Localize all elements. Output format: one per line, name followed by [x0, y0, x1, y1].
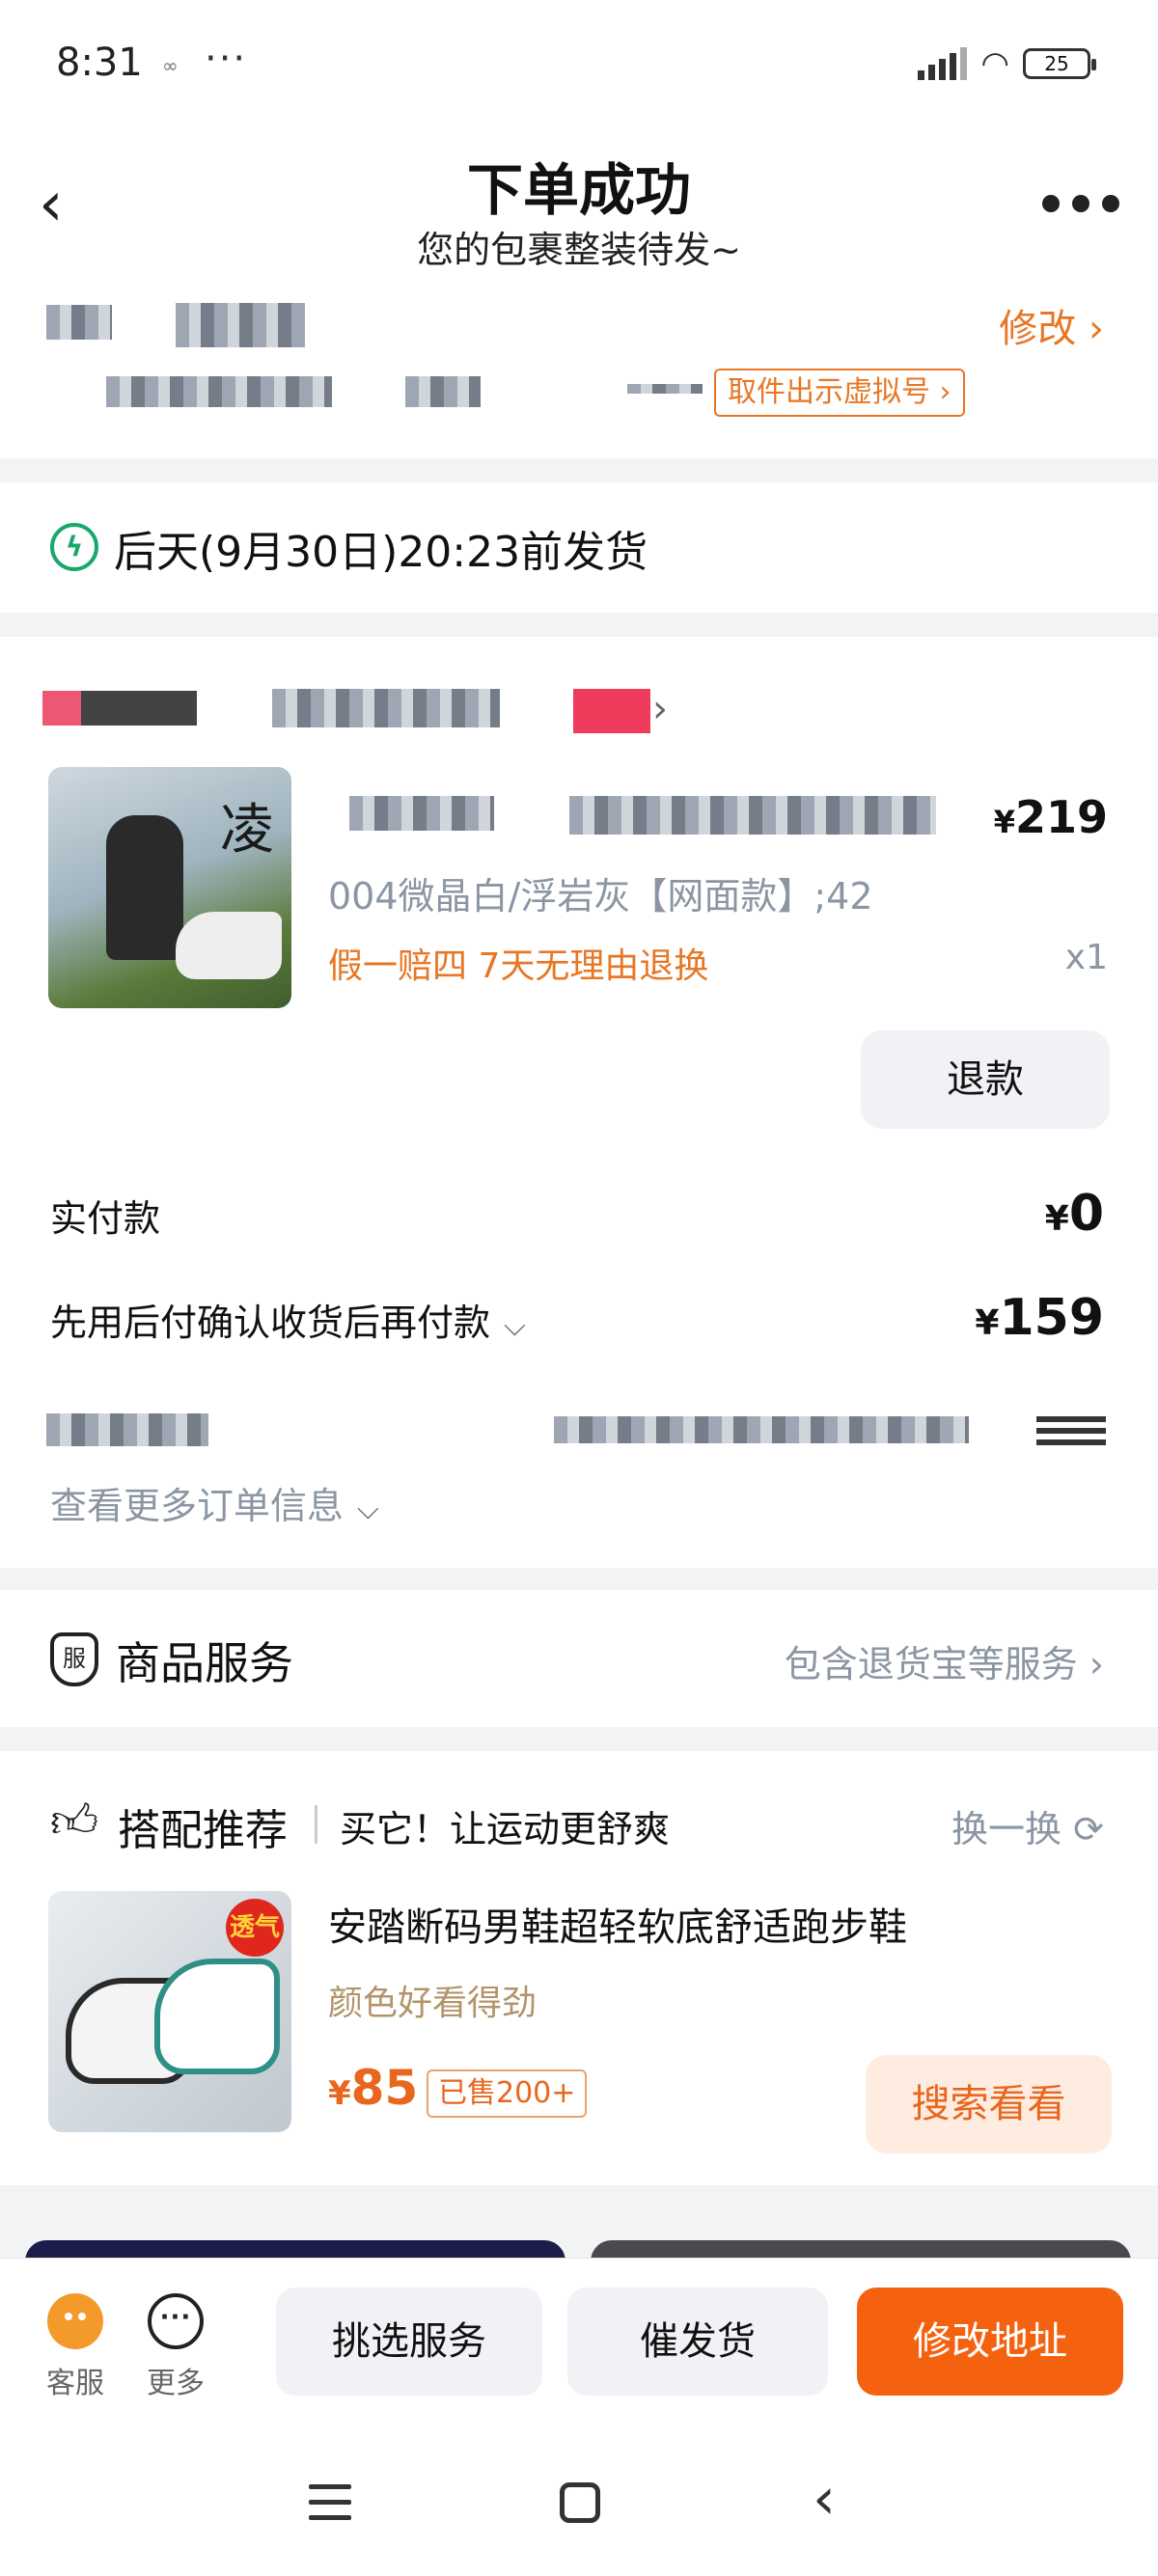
order-card: › 凌 ¥219 004微晶白/浮岩灰【网面款】;42 假一赔四 7天无理由退换…	[0, 637, 1158, 1568]
refund-button[interactable]: 退款	[861, 1030, 1110, 1129]
address-line-redacted	[627, 384, 703, 394]
more-button[interactable]: ··· 更多	[139, 2293, 212, 2401]
battery-icon: 25	[1023, 48, 1096, 79]
thumbs-up-icon: 👍︎	[50, 1795, 99, 1849]
status-time: 8:31	[56, 41, 143, 85]
virtual-number-tag[interactable]: 取件出示虚拟号 ›	[714, 369, 965, 417]
product-sku: 004微晶白/浮岩灰【网面款】;42	[328, 875, 873, 918]
status-bar: 8:31 ∞ ··· ◠ 25	[0, 0, 1158, 135]
address-line-redacted	[405, 376, 481, 407]
home-button[interactable]	[560, 2482, 600, 2523]
search-button[interactable]: 搜索看看	[866, 2055, 1112, 2153]
status-more-icon: ···	[205, 37, 248, 81]
paid-value: ¥0	[1044, 1185, 1104, 1243]
recommend-product-image[interactable]: 透气	[48, 1891, 291, 2132]
product-title-redacted	[569, 796, 936, 835]
paid-label: 实付款	[50, 1197, 161, 1240]
recommend-title: 搭配推荐	[118, 1806, 288, 1855]
product-price: ¥219	[993, 791, 1108, 843]
delivery-estimate: ϟ 后天(9月30日)20:23前发货	[0, 482, 1158, 613]
system-nav-bar: ‹	[0, 2436, 1158, 2576]
guarantee-text: 假一赔四 7天无理由退换	[328, 946, 709, 986]
service-title: 商品服务	[116, 1637, 293, 1689]
customer-service-label: 客服	[46, 2367, 104, 2400]
link-icon: ∞	[162, 54, 179, 77]
page-subtitle: 您的包裹整装待发~	[417, 229, 741, 271]
order-number-redacted	[46, 1413, 208, 1446]
delivery-text: 后天(9月30日)20:23前发货	[114, 528, 648, 577]
recommend-product-desc: 颜色好看得劲	[328, 1984, 538, 2023]
bottom-action-bar: 客服 ··· 更多 挑选服务 催发货 修改地址	[0, 2258, 1158, 2436]
page-header: ‹ 下单成功 您的包裹整装待发~	[0, 135, 1158, 280]
service-detail-link[interactable]: 包含退货宝等服务 ›	[785, 1634, 1104, 1687]
modify-address-button[interactable]: 修改地址	[857, 2288, 1123, 2396]
lightning-icon: ϟ	[50, 523, 98, 571]
order-number-redacted	[554, 1416, 969, 1443]
page-title: 下单成功	[466, 157, 691, 223]
customer-service-button[interactable]: 客服	[39, 2293, 112, 2401]
recipient-phone-redacted	[176, 303, 305, 347]
product-title-redacted	[349, 796, 494, 831]
wifi-icon: ◠	[980, 44, 1009, 83]
product-image[interactable]: 凌	[48, 767, 291, 1008]
recommend-price: ¥85	[328, 2060, 419, 2116]
product-service-row[interactable]: 服 商品服务 包含退货宝等服务 ›	[0, 1590, 1158, 1727]
shop-name-redacted[interactable]	[42, 685, 718, 733]
recommend-slogan: 买它！让运动更舒爽	[340, 1808, 671, 1850]
product-quantity: x1	[1064, 938, 1108, 977]
recipient-name-redacted	[46, 305, 112, 340]
urge-shipping-button[interactable]: 催发货	[567, 2288, 828, 2396]
modify-address-link[interactable]: 修改 ›	[999, 297, 1104, 353]
more-order-info-link[interactable]: 查看更多订单信息 ⌵	[50, 1476, 379, 1529]
chevron-down-icon: ⌵	[357, 1493, 379, 1526]
swap-button[interactable]: 换一换 ⟳	[951, 1799, 1104, 1852]
order-success-page: 8:31 ∞ ··· ◠ 25 ‹ 下单成功 您的包裹整装待发~ 修改 › 取件…	[0, 0, 1158, 2576]
recent-apps-button[interactable]	[309, 2484, 351, 2523]
address-card[interactable]: 修改 › 取件出示虚拟号 ›	[0, 280, 1158, 458]
copy-redacted	[1036, 1416, 1106, 1447]
pick-service-button[interactable]: 挑选服务	[276, 2288, 542, 2396]
recommend-product-name[interactable]: 安踏断码男鞋超轻软底舒适跑步鞋	[328, 1896, 907, 1952]
status-indicators: ◠ 25	[918, 44, 1096, 83]
chevron-right-icon: ›	[652, 687, 668, 731]
more-dots-icon: ···	[148, 2293, 204, 2349]
pay-later-row[interactable]: 先用后付确认收货后再付款 ⌵	[50, 1293, 526, 1346]
pay-later-value: ¥159	[975, 1289, 1104, 1347]
system-back-button[interactable]: ‹	[813, 2465, 836, 2533]
customer-service-icon	[47, 2293, 103, 2349]
sold-count-tag: 已售200+	[427, 2069, 588, 2118]
recommendation-card: 👍︎ 搭配推荐 买它！让运动更舒爽 换一换 ⟳ 透气 安踏断码男鞋超轻软底舒适跑…	[0, 1751, 1158, 2185]
more-options-button[interactable]	[1042, 189, 1119, 218]
chevron-down-icon: ⌵	[504, 1309, 526, 1343]
address-line-redacted	[106, 376, 332, 407]
refresh-icon: ⟳	[1073, 1808, 1104, 1850]
signal-icon	[918, 47, 968, 80]
divider	[315, 1805, 317, 1844]
shield-icon: 服	[50, 1632, 98, 1686]
breathable-badge: 透气	[226, 1899, 284, 1957]
more-label: 更多	[147, 2367, 205, 2400]
